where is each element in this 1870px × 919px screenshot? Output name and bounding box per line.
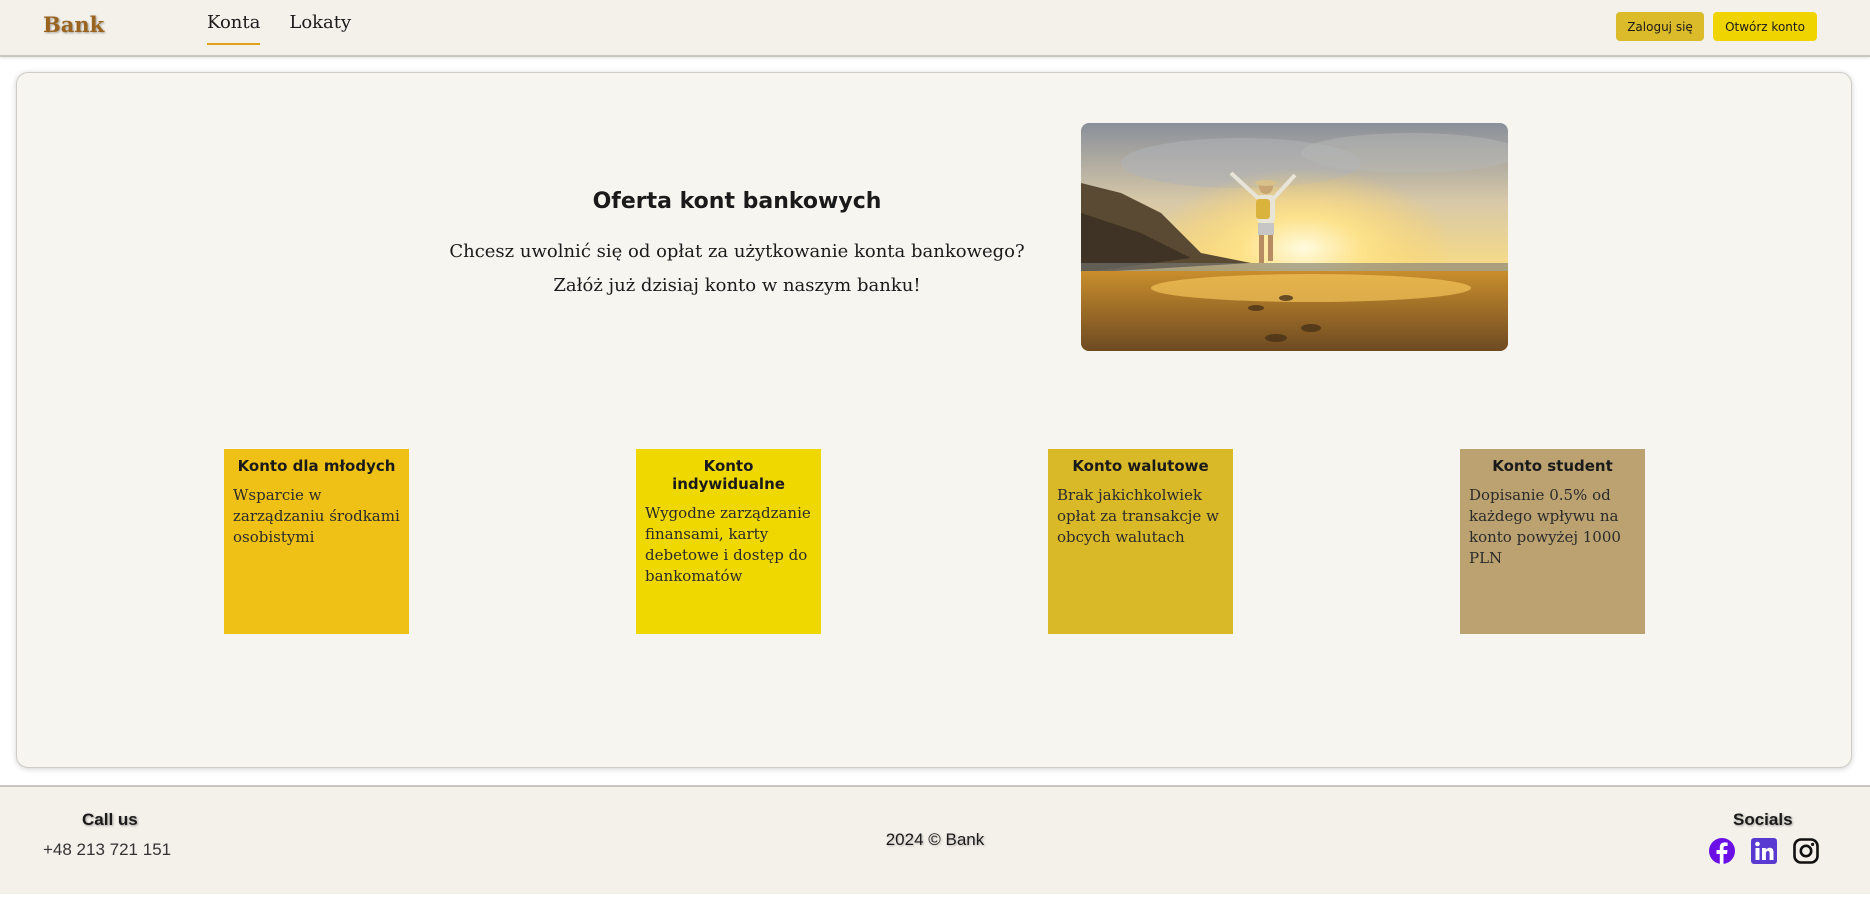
- nav-konta[interactable]: Konta: [207, 12, 261, 45]
- tile-description: Brak jakichkolwiek opłat za transakcje w…: [1057, 486, 1219, 546]
- instagram-icon[interactable]: [1792, 837, 1820, 865]
- hero-beach-image: [1081, 123, 1508, 351]
- top-navbar: Bank Konta Lokaty Zaloguj się Otwórz kon…: [0, 0, 1870, 57]
- page-footer: Call us +48 213 721 151 2024 © Bank Soci…: [0, 785, 1870, 894]
- call-us-heading: Call us: [82, 810, 138, 829]
- socials-heading: Socials: [1733, 810, 1793, 829]
- account-tile-individual[interactable]: Konto indywidualne Wygodne zarządzanie f…: [636, 449, 821, 634]
- linkedin-icon[interactable]: [1750, 837, 1778, 865]
- open-account-button[interactable]: Otwórz konto: [1713, 12, 1817, 41]
- tile-title: Konto indywidualne: [672, 457, 785, 493]
- tile-description: Wygodne zarządzanie finansami, karty deb…: [645, 504, 811, 585]
- tile-title: Konto student: [1492, 457, 1613, 475]
- tile-title: Konto dla młodych: [237, 457, 396, 475]
- account-tile-currency[interactable]: Konto walutowe Brak jakichkolwiek opłat …: [1048, 449, 1233, 634]
- bank-logo[interactable]: Bank: [43, 12, 104, 37]
- social-icons: [1708, 837, 1820, 865]
- copyright-text: 2024 © Bank: [885, 830, 985, 849]
- facebook-icon[interactable]: [1708, 837, 1736, 865]
- account-tile-young[interactable]: Konto dla młodych Wsparcie w zarządzaniu…: [224, 449, 409, 634]
- main-nav: Konta Lokaty: [207, 12, 380, 45]
- nav-lokaty[interactable]: Lokaty: [289, 12, 351, 45]
- tile-title: Konto walutowe: [1072, 457, 1209, 475]
- login-button[interactable]: Zaloguj się: [1616, 12, 1704, 41]
- tile-description: Dopisanie 0.5% od każdego wpływu na kont…: [1469, 486, 1621, 567]
- tile-description: Wsparcie w zarządzaniu środkami osobisty…: [233, 486, 400, 546]
- account-tile-student[interactable]: Konto student Dopisanie 0.5% od każdego …: [1460, 449, 1645, 634]
- offer-card: Oferta kont bankowych Chcesz uwolnić się…: [16, 72, 1852, 768]
